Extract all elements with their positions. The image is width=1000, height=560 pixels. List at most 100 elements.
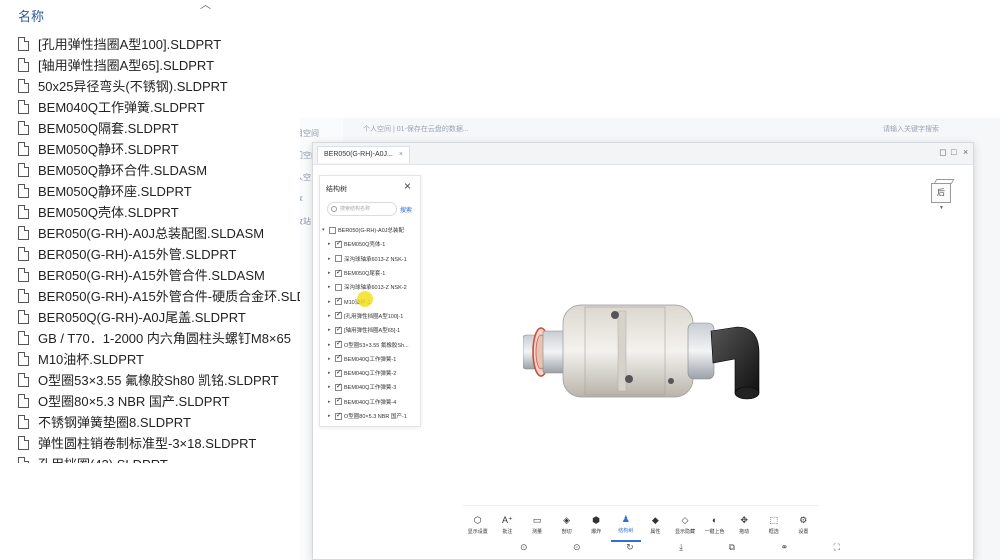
tree-root-node[interactable]: ▾ BER050(G-RH)-A0J总装配	[322, 223, 420, 237]
file-item[interactable]: BEM050Q壳体.SLDPRT	[18, 201, 300, 222]
chevron-right-icon[interactable]: ▸	[328, 299, 335, 305]
section-button[interactable]: ◈ 剖切	[552, 506, 582, 542]
file-item[interactable]: BEM050Q静环.SLDPRT	[18, 138, 300, 159]
file-item[interactable]: BER050(G-RH)-A15外管合件.SLDASM	[18, 264, 300, 285]
tree-node[interactable]: ▸ BEM040Q工作弹簧-3	[322, 380, 420, 394]
display-settings-button[interactable]: ⬡ 显示设置	[463, 506, 493, 542]
file-item[interactable]: O型圈80×5.3 NBR 国产.SLDPRT	[18, 390, 300, 411]
visibility-checkbox[interactable]	[335, 339, 342, 349]
show-hide-button[interactable]: ◇ 显示隐藏	[670, 506, 700, 542]
file-item[interactable]: GB / T70．1-2000 内六角圆柱头螺钉M8×65	[18, 327, 300, 348]
close-icon[interactable]: ×	[399, 151, 403, 158]
chevron-right-icon[interactable]: ▸	[328, 356, 335, 362]
file-item[interactable]: M10油杯.SLDPRT	[18, 348, 300, 369]
visibility-checkbox[interactable]	[335, 396, 342, 406]
file-item[interactable]: BER050(G-RH)-A15外管.SLDPRT	[18, 243, 300, 264]
file-item[interactable]: 不锈钢弹簧垫圈8.SLDPRT	[18, 411, 300, 432]
visibility-checkbox[interactable]	[335, 255, 342, 263]
chevron-right-icon[interactable]: ▸	[328, 284, 335, 290]
file-item[interactable]: BEM040Q工作弹簧.SLDPRT	[18, 96, 300, 117]
column-header-name[interactable]: 名称	[18, 6, 44, 25]
quick-color-button[interactable]: ◐ 一键上色	[700, 506, 730, 542]
file-icon	[18, 78, 29, 93]
file-item[interactable]: BER050Q(G-RH)-A0J尾盖.SLDPRT	[18, 306, 300, 327]
chevron-right-icon[interactable]: ▸	[328, 241, 335, 247]
file-item[interactable]: BEM050Q静环合件.SLDASM	[18, 159, 300, 180]
file-explorer: ︿ 名称 [孔用弹性挡圈A型100].SLDPRT [轴用弹性挡圈A型65].SL…	[0, 0, 300, 560]
refresh-icon[interactable]: ↻	[626, 542, 634, 560]
file-item[interactable]: [孔用弹性挡圈A型100].SLDPRT	[18, 33, 300, 54]
viewer-titlebar: BER050(G-RH)-A0J... × ◻ □ ×	[313, 143, 973, 165]
visibility-checkbox[interactable]	[335, 268, 342, 277]
file-item[interactable]: O型圈53×3.55 氟橡胶Sh80 凯铭.SLDPRT	[18, 369, 300, 390]
measure-button[interactable]: ▭ 测量	[522, 506, 552, 542]
tree-node[interactable]: ▸ BEM040Q工作弹簧-1	[322, 352, 420, 366]
chevron-right-icon[interactable]: ▸	[328, 270, 335, 276]
3d-model-render[interactable]	[523, 283, 763, 423]
visibility-checkbox[interactable]	[335, 296, 342, 306]
structure-tree-button[interactable]: ♟ 结构树	[610, 506, 641, 542]
chevron-right-icon[interactable]: ▸	[328, 313, 335, 319]
visibility-checkbox[interactable]	[335, 283, 342, 291]
tree-node[interactable]: ▸ [轴用弹性挡圈A型65]-1	[322, 323, 420, 337]
tree-search-button[interactable]: 搜索	[400, 205, 412, 214]
tree-node[interactable]: ▸ 深沟球轴承6013-Z NSK-2	[322, 280, 420, 294]
settings-button[interactable]: ⚙ 设置	[789, 506, 819, 542]
section-icon: ◈	[563, 514, 571, 525]
chevron-right-icon[interactable]: ▸	[328, 384, 335, 390]
visibility-checkbox[interactable]	[335, 353, 342, 363]
tree-node[interactable]: ▸ [孔用弹性挡圈A型100]-1	[322, 309, 420, 323]
chevron-right-icon[interactable]: ▸	[328, 370, 335, 376]
visibility-checkbox[interactable]	[335, 310, 342, 320]
restore-icon[interactable]: ◻	[939, 147, 946, 158]
tree-node[interactable]: ▸ O型圈80×5.3 NBR 国产-1	[322, 409, 420, 423]
viewer-tab[interactable]: BER050(G-RH)-A0J... ×	[317, 146, 410, 163]
properties-button[interactable]: ◆ 属性	[641, 506, 671, 542]
file-item[interactable]: BEM050Q隔套.SLDPRT	[18, 117, 300, 138]
chevron-down-icon[interactable]: ▾	[322, 227, 329, 233]
box-select-button[interactable]: ⬚ 框选	[759, 506, 789, 542]
file-item[interactable]: [轴用弹性挡圈A型65].SLDPRT	[18, 54, 300, 75]
link-icon[interactable]: ⚭	[781, 542, 789, 560]
file-item[interactable]: 50x25异径弯头(不锈钢).SLDPRT	[18, 75, 300, 96]
tree-node[interactable]: ▸ BEM050Q尾套-1	[322, 266, 420, 280]
explode-button[interactable]: ⬢ 爆炸	[581, 506, 611, 542]
maximize-icon[interactable]: □	[951, 147, 956, 157]
tree-search-input[interactable]: 搜索结构名称	[327, 202, 397, 216]
annotate-button[interactable]: A⁺ 批注	[493, 506, 523, 542]
file-item[interactable]: 弹性圆柱销卷制标准型-3×18.SLDPRT	[18, 432, 300, 453]
visibility-checkbox[interactable]	[335, 325, 342, 334]
file-item[interactable]: BEM050Q静环座.SLDPRT	[18, 180, 300, 201]
file-item[interactable]: BER050(G-RH)-A15外管合件-硬质合金环.SLDPRT	[18, 285, 300, 306]
fullscreen-icon[interactable]: ⛶	[834, 542, 840, 560]
tree-node[interactable]: ▸ O型圈53×3.55 氟橡胶Sh...	[322, 337, 420, 351]
chevron-right-icon[interactable]: ▸	[328, 342, 335, 348]
view-cube-front-face[interactable]: 后	[931, 183, 951, 203]
tree-node[interactable]: ▸ BEM040Q工作弹簧-4	[322, 395, 420, 409]
chevron-right-icon[interactable]: ▸	[328, 413, 335, 419]
close-icon[interactable]: ×	[404, 179, 411, 193]
tree-node[interactable]: ▸ 深沟球轴承6013-Z NSK-1	[322, 252, 420, 266]
drag-button[interactable]: ✥ 拖动	[729, 506, 759, 542]
visibility-checkbox[interactable]	[335, 411, 342, 420]
chevron-down-icon[interactable]: ▼	[939, 205, 944, 211]
view-cube[interactable]: 后 ▼	[929, 177, 955, 211]
chevron-right-icon[interactable]: ▸	[328, 399, 335, 405]
chevron-up-icon[interactable]: ︿	[200, 0, 211, 12]
visibility-checkbox[interactable]	[335, 368, 342, 377]
tree-node[interactable]: ▸ BEM040Q工作弹簧-2	[322, 366, 420, 380]
chevron-right-icon[interactable]: ▸	[328, 256, 335, 262]
visibility-checkbox[interactable]	[335, 382, 342, 391]
copy-icon[interactable]: ⧉	[729, 542, 735, 560]
chevron-right-icon[interactable]: ▸	[328, 327, 335, 333]
file-item[interactable]: BER050(G-RH)-A0J总装配图.SLDASM	[18, 222, 300, 243]
download-icon[interactable]: ⤓	[679, 542, 683, 560]
bg-search-hint[interactable]: 请输入关键字搜索	[883, 124, 939, 134]
file-item[interactable]: 孔用挡圈(42).SLDPRT	[18, 453, 300, 463]
visibility-checkbox[interactable]	[329, 226, 336, 234]
close-icon[interactable]: ×	[963, 147, 968, 157]
visibility-checkbox[interactable]	[335, 239, 342, 248]
tree-node[interactable]: ▸ BEM050Q壳体-1	[322, 237, 420, 251]
zoom-in-icon[interactable]: ⊙	[520, 542, 528, 560]
zoom-out-icon[interactable]: ⊙	[573, 542, 581, 560]
